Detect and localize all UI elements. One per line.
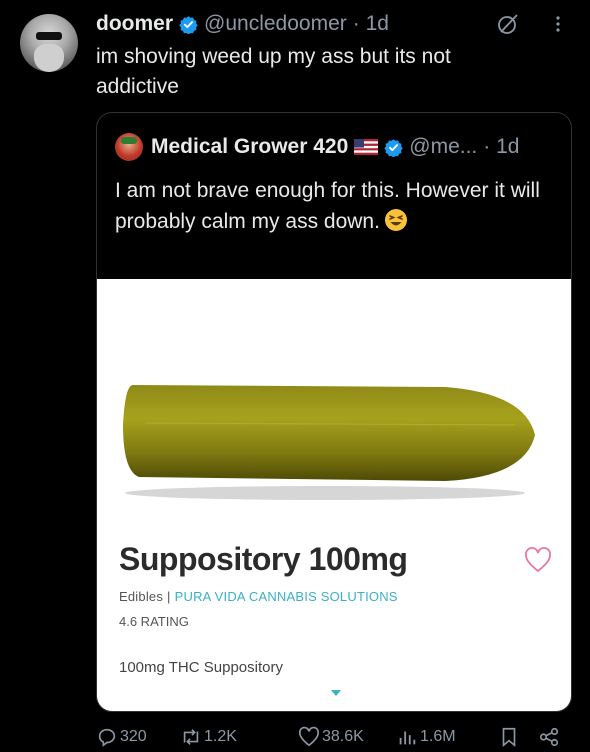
quoted-tweet-header: Medical Grower 420 @me... · 1d xyxy=(115,133,519,161)
more-options-icon[interactable] xyxy=(553,12,563,36)
quoted-tweet[interactable]: Medical Grower 420 @me... · 1d I am not … xyxy=(96,112,572,712)
product-brand-link[interactable]: PURA VIDA CANNABIS SOLUTIONS xyxy=(175,589,398,604)
product-category-line: Edibles | PURA VIDA CANNABIS SOLUTIONS xyxy=(119,589,398,604)
suppository-product-image xyxy=(123,385,535,500)
avatar-sunglasses xyxy=(36,32,62,40)
category-separator: | xyxy=(167,589,171,604)
bookmark-button[interactable] xyxy=(498,726,522,748)
tweet-action-bar: 320 1.2K 38.6K 1.6M xyxy=(96,726,576,752)
quoted-author-avatar[interactable] xyxy=(115,133,143,161)
quoted-tweet-text-content: I am not brave enough for this. However … xyxy=(115,179,540,233)
product-description: 100mg THC Suppository xyxy=(119,659,283,676)
us-flag-icon xyxy=(354,139,379,155)
reply-icon xyxy=(98,728,116,747)
favorite-heart-icon[interactable] xyxy=(524,547,552,573)
repost-icon xyxy=(183,729,199,745)
views-count: 1.6M xyxy=(420,728,456,745)
tweet-header: doomer @uncledoomer · 1d xyxy=(96,12,389,36)
tweet-time[interactable]: · 1d xyxy=(353,12,389,36)
avatar-beard xyxy=(34,44,64,72)
reply-button[interactable]: 320 xyxy=(96,726,147,748)
views-button[interactable]: 1.6M xyxy=(396,726,456,748)
chevron-down-icon[interactable] xyxy=(330,689,342,697)
quoted-author-handle[interactable]: @me... xyxy=(409,135,477,159)
tweet-text: im shoving weed up my ass but its not ad… xyxy=(96,45,451,98)
product-rating: 4.6 RATING xyxy=(119,614,189,629)
quoted-tweet-time[interactable]: · 1d xyxy=(483,135,519,159)
grinning-squint-emoji-icon xyxy=(384,209,407,231)
repost-button[interactable]: 1.2K xyxy=(180,726,237,748)
quoted-tweet-text: I am not brave enough for this. However … xyxy=(115,175,555,237)
share-button[interactable] xyxy=(538,726,562,748)
like-button[interactable]: 38.6K xyxy=(298,726,364,748)
product-title[interactable]: Suppository 100mg xyxy=(119,541,408,578)
share-icon xyxy=(539,727,559,747)
reply-count: 320 xyxy=(120,728,147,745)
views-chart-icon xyxy=(399,731,416,745)
quoted-verified-badge-icon xyxy=(384,138,403,157)
repost-count: 1.2K xyxy=(204,728,237,745)
grok-icon[interactable] xyxy=(496,12,520,36)
bookmark-icon xyxy=(502,727,516,748)
product-category[interactable]: Edibles xyxy=(119,589,163,604)
like-heart-icon xyxy=(299,726,319,747)
product-card[interactable]: Suppository 100mg Edibles | PURA VIDA CANN… xyxy=(97,279,571,711)
author-handle[interactable]: @uncledoomer xyxy=(204,12,347,36)
author-avatar[interactable] xyxy=(20,14,78,72)
quoted-author-name[interactable]: Medical Grower 420 xyxy=(151,135,348,159)
like-count: 38.6K xyxy=(322,728,364,745)
verified-badge-icon xyxy=(179,15,198,34)
author-name[interactable]: doomer xyxy=(96,12,173,36)
